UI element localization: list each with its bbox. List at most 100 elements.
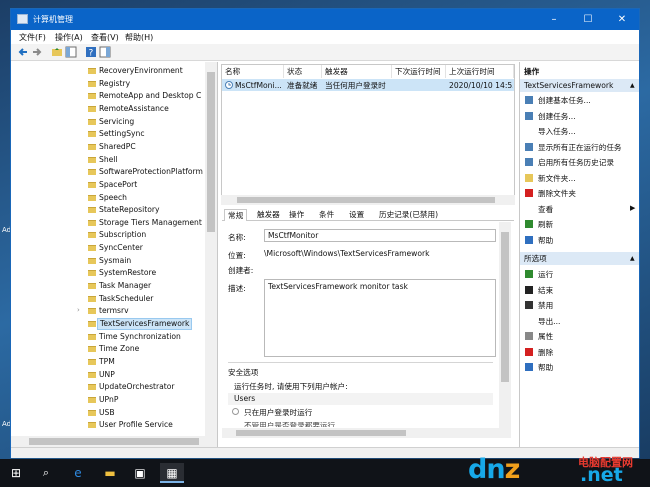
tree-item[interactable]: RemoteApp and Desktop C	[97, 90, 203, 102]
up-folder-icon[interactable]	[51, 46, 63, 58]
back-arrow-icon[interactable]	[17, 46, 29, 58]
folder-icon	[88, 295, 96, 302]
action-item[interactable]: 删除文件夹	[538, 188, 576, 199]
column-next-run[interactable]: 下次运行时间	[392, 65, 446, 78]
tree-item[interactable]: Time Zone	[97, 343, 141, 355]
action-item[interactable]: 帮助	[538, 235, 553, 246]
properties-h-scrollbar[interactable]	[222, 428, 499, 438]
action-item[interactable]: 新文件夹...	[538, 173, 576, 184]
edge-browser-icon[interactable]: e	[68, 463, 88, 483]
tab-conditions[interactable]: 条件	[316, 209, 337, 221]
tree-item[interactable]: Time Synchronization	[97, 331, 183, 343]
close-button[interactable]: ✕	[605, 9, 639, 30]
tree-item[interactable]: Servicing	[97, 116, 136, 128]
tree-item[interactable]: Storage Tiers Management	[97, 217, 204, 229]
action-item[interactable]: 删除	[538, 347, 553, 358]
scroll-thumb[interactable]	[207, 72, 215, 232]
name-field[interactable]: MsCtfMonitor	[264, 229, 496, 242]
tree-item[interactable]: TextServicesFramework	[97, 318, 193, 330]
folder-icon	[88, 371, 96, 378]
scroll-thumb[interactable]	[236, 430, 406, 436]
start-windows-icon[interactable]: ⊞	[6, 463, 26, 483]
action-item[interactable]: 启用所有任务历史记录	[538, 157, 614, 168]
collapse-icon[interactable]: ▲	[630, 255, 635, 262]
scroll-thumb[interactable]	[501, 232, 509, 382]
tree-item[interactable]: Speech	[97, 192, 129, 204]
column-trigger[interactable]: 触发器	[322, 65, 392, 78]
action-item[interactable]: 查看	[538, 204, 553, 215]
action-item[interactable]: 导出...	[538, 316, 560, 327]
file-explorer-icon[interactable]: ▬	[100, 463, 120, 483]
tree-item[interactable]: SharedPC	[97, 141, 138, 153]
tree-item[interactable]: RecoveryEnvironment	[97, 65, 185, 77]
scroll-thumb[interactable]	[237, 197, 495, 203]
tree-item[interactable]: SoftwareProtectionPlatform	[97, 166, 205, 178]
column-name[interactable]: 名称	[222, 65, 284, 78]
show-hide-tree-icon[interactable]	[65, 46, 77, 58]
actions-group-selected[interactable]: 所选项	[520, 252, 639, 265]
action-item[interactable]: 帮助	[538, 362, 553, 373]
tree-item[interactable]: USB	[97, 407, 117, 419]
tree-h-scrollbar[interactable]	[11, 436, 205, 447]
tree-item[interactable]: StateRepository	[97, 204, 161, 216]
radio-logged-on[interactable]	[232, 408, 239, 415]
column-status[interactable]: 状态	[284, 65, 322, 78]
forward-arrow-icon[interactable]	[31, 46, 43, 58]
tree-item[interactable]: SyncCenter	[97, 242, 145, 254]
tree-item[interactable]: termsrv	[97, 305, 131, 317]
column-last-run[interactable]: 上次运行时间	[446, 65, 514, 78]
tree-item[interactable]: SpacePort	[97, 179, 139, 191]
tree-item[interactable]: UPnP	[97, 394, 120, 406]
action-item[interactable]: 结束	[538, 285, 553, 296]
tree-item[interactable]: Task Manager	[97, 280, 153, 292]
actions-group-folder[interactable]: TextServicesFramework	[520, 79, 639, 92]
title-bar[interactable]: 计算机管理 – ☐ ✕	[11, 9, 639, 30]
user-account-field[interactable]: Users	[228, 393, 493, 405]
tab-history[interactable]: 历史记录(已禁用)	[376, 209, 441, 221]
tree-item[interactable]: Registry	[97, 78, 132, 90]
help-icon[interactable]: ?	[85, 46, 97, 58]
properties-pane-icon[interactable]	[99, 46, 111, 58]
description-field[interactable]: TextServicesFramework monitor task	[264, 279, 496, 357]
tree-item[interactable]: User Profile Service	[97, 419, 175, 431]
action-item[interactable]: 导入任务...	[538, 126, 576, 137]
action-item[interactable]: 刷新	[538, 219, 553, 230]
create-task-icon	[525, 111, 533, 120]
menu-help[interactable]: 帮助(H)	[125, 32, 153, 43]
collapse-icon[interactable]: ▲	[630, 82, 635, 89]
tree-item[interactable]: SystemRestore	[97, 267, 158, 279]
tree-item[interactable]: RemoteAssistance	[97, 103, 171, 115]
tab-general[interactable]: 常规	[224, 209, 248, 221]
tab-actions[interactable]: 操作	[286, 209, 307, 221]
maximize-button[interactable]: ☐	[571, 9, 605, 30]
tree-scrollbar[interactable]	[205, 62, 217, 447]
tab-triggers[interactable]: 触发器	[254, 209, 283, 221]
minimize-button[interactable]: –	[537, 9, 571, 30]
store-icon[interactable]: ▣	[130, 463, 150, 483]
tree-item[interactable]: Shell	[97, 154, 120, 166]
action-item[interactable]: 属性	[538, 331, 553, 342]
menu-action[interactable]: 操作(A)	[55, 32, 83, 43]
action-item[interactable]: 创建任务...	[538, 111, 576, 122]
folder-icon	[88, 396, 96, 403]
tree-item[interactable]: TPM	[97, 356, 117, 368]
action-item[interactable]: 运行	[538, 269, 553, 280]
tab-settings[interactable]: 设置	[346, 209, 367, 221]
search-icon[interactable]: ⌕	[36, 463, 56, 483]
menu-view[interactable]: 查看(V)	[91, 32, 119, 43]
expand-chevron-icon[interactable]: ›	[77, 306, 80, 314]
tree-item[interactable]: Sysmain	[97, 255, 133, 267]
tree-item[interactable]: TaskScheduler	[97, 293, 155, 305]
task-list-scrollbar[interactable]	[221, 195, 515, 205]
action-item[interactable]: 显示所有正在运行的任务	[538, 142, 622, 153]
tree-item[interactable]: Subscription	[97, 229, 148, 241]
tree-item[interactable]: SettingSync	[97, 128, 147, 140]
tree-item[interactable]: UpdateOrchestrator	[97, 381, 177, 393]
action-item[interactable]: 创建基本任务...	[538, 95, 591, 106]
tree-item[interactable]: UNP	[97, 369, 117, 381]
properties-scrollbar[interactable]	[499, 222, 511, 438]
menu-file[interactable]: 文件(F)	[19, 32, 46, 43]
action-item[interactable]: 禁用	[538, 300, 553, 311]
scroll-thumb[interactable]	[29, 438, 199, 445]
computer-management-taskbar-icon[interactable]: ▦	[160, 463, 184, 483]
